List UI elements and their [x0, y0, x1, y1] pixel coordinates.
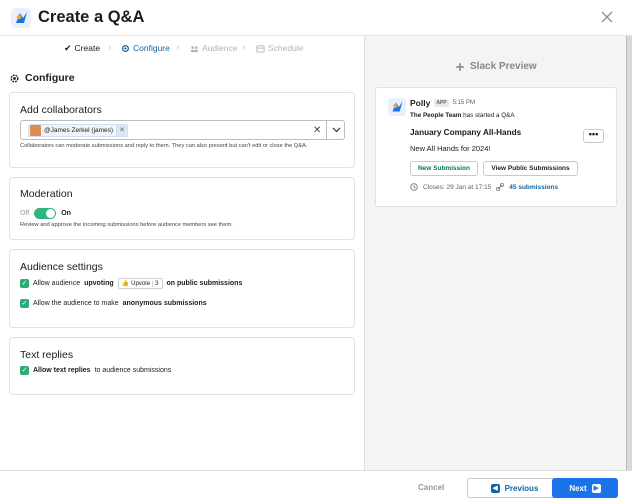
gear-icon [10, 74, 19, 82]
collaborators-help: Collaborators can moderate submissions a… [20, 143, 308, 149]
dropdown-toggle[interactable] [326, 121, 346, 139]
app-badge: APP [434, 99, 449, 107]
step-create[interactable]: ✔ Create [64, 43, 100, 53]
toggle-on-label: On [61, 210, 71, 217]
step-schedule[interactable]: Schedule [256, 43, 303, 53]
previous-button[interactable]: ◀ Previous [467, 478, 562, 498]
collaborator-chip: @James Zerkel (james) ✕ [28, 124, 129, 137]
submissions-link[interactable]: 45 submissions [509, 184, 558, 191]
configure-title: Configure [25, 72, 75, 84]
previous-label: Previous [504, 483, 539, 493]
upvoting-prefix: Allow audience [33, 280, 81, 287]
checkmark-icon: ✔ [64, 42, 72, 53]
calendar-icon [256, 44, 265, 53]
thumbs-up-icon: 👍 [121, 281, 130, 287]
upvote-pill: 👍 Upvote 3 [117, 278, 163, 289]
clear-icon[interactable]: ✕ [313, 125, 321, 136]
new-submission-button[interactable]: New Submission [410, 161, 478, 176]
collaborators-card: Add collaborators @James Zerkel (james) … [9, 92, 355, 168]
collaborators-heading: Add collaborators [20, 104, 102, 116]
view-public-submissions-button[interactable]: View Public Submissions [483, 161, 578, 176]
close-icon[interactable] [600, 10, 614, 24]
text-replies-suffix: to audience submissions [94, 367, 172, 374]
more-options-button[interactable]: ••• [583, 129, 604, 143]
configure-pane: Configure Add collaborators @James Zerke… [0, 60, 364, 470]
polly-logo-icon [11, 8, 31, 28]
step-audience[interactable]: Audience [190, 43, 237, 53]
audience-settings-card: Audience settings ✓ Allow audience upvot… [9, 249, 355, 328]
wizard-steps: ✔ Create › Configure › Audience › Schedu… [0, 36, 364, 60]
cancel-button[interactable]: Cancel [418, 483, 444, 492]
chevron-right-icon: › [108, 42, 112, 53]
slack-preview-title: Slack Preview [470, 61, 537, 72]
upvoting-option: ✓ Allow audience upvoting 👍 Upvote 3 on … [20, 278, 242, 289]
next-label: Next [569, 483, 587, 493]
upvoting-bold: upvoting [84, 280, 114, 287]
modal-header: Create a Q&A [0, 0, 632, 36]
anonymous-bold: anonymous submissions [122, 300, 207, 307]
text-replies-heading: Text replies [20, 349, 74, 361]
team-name: The People Team [410, 112, 462, 119]
chevron-right-icon: › [176, 42, 180, 53]
audience-icon [190, 45, 199, 52]
qa-title: January Company All-Hands [410, 128, 522, 137]
moderation-help: Review and approve the incoming submissi… [20, 222, 233, 228]
closes-text: Closes: 29 Jan at 17:15 [423, 183, 492, 191]
checkbox-checked[interactable]: ✓ [20, 299, 29, 308]
toggle-off-label: Off [20, 210, 30, 217]
slack-preview-pane: Slack Preview Polly APP 5:15 PM The Peop… [364, 36, 627, 470]
anonymous-prefix: Allow the audience to make [33, 300, 119, 307]
message-time: 5:15 PM [452, 100, 475, 106]
subtitle-rest: has started a Q&A [463, 112, 515, 119]
moderation-toggle-row: Off On [20, 208, 71, 219]
anonymous-option: ✓ Allow the audience to make anonymous s… [20, 299, 207, 308]
checkbox-checked[interactable]: ✓ [20, 366, 29, 375]
upvoting-suffix: on public submissions [166, 280, 243, 287]
arrow-left-icon: ◀ [490, 483, 500, 493]
modal-title: Create a Q&A [38, 8, 145, 26]
avatar [30, 125, 41, 136]
message-subtitle: The People Team has started a Q&A [410, 112, 515, 119]
arrow-right-icon: ▶ [591, 483, 601, 493]
slack-icon [456, 62, 464, 71]
moderation-toggle[interactable] [34, 208, 57, 219]
modal-footer: Cancel ◀ Previous Next ▶ [0, 470, 632, 504]
gear-icon [121, 44, 130, 52]
upvote-pill-label: Upvote [131, 280, 151, 287]
moderation-card: Moderation Off On Review and approve the… [9, 177, 355, 240]
message-meta: Closes: 29 Jan at 17:15 45 submissions [410, 183, 558, 191]
qa-description: New All Hands for 2024! [410, 144, 491, 153]
link-icon [496, 183, 505, 191]
step-label: Schedule [268, 43, 304, 53]
step-label: Create [74, 43, 101, 53]
clock-icon [410, 183, 418, 191]
configure-heading: Configure [9, 72, 75, 84]
audience-settings-heading: Audience settings [20, 261, 103, 273]
text-replies-card: Text replies ✓ Allow text replies to aud… [9, 337, 355, 395]
polly-logo-icon [388, 98, 406, 116]
collaborator-name: @James Zerkel (james) [44, 127, 114, 134]
step-label: Configure [133, 43, 170, 53]
scrollbar[interactable] [626, 36, 632, 470]
chevron-down-icon [332, 127, 341, 133]
text-replies-bold: Allow text replies [33, 367, 91, 374]
slack-message-card: Polly APP 5:15 PM The People Team has st… [375, 87, 617, 207]
step-configure[interactable]: Configure [121, 43, 170, 53]
moderation-heading: Moderation [20, 188, 73, 200]
checkbox-checked[interactable]: ✓ [20, 279, 29, 288]
chevron-right-icon: › [242, 42, 246, 53]
step-label: Audience [202, 43, 238, 53]
next-button[interactable]: Next ▶ [552, 478, 618, 498]
slack-preview-label: Slack Preview [455, 61, 537, 72]
app-name: Polly [410, 98, 431, 108]
text-replies-option: ✓ Allow text replies to audience submiss… [20, 366, 171, 375]
upvote-count: 3 [152, 280, 159, 287]
collaborators-select[interactable]: @James Zerkel (james) ✕ ✕ [20, 120, 345, 140]
message-header: Polly APP 5:15 PM [410, 98, 475, 108]
remove-chip-icon[interactable]: ✕ [116, 125, 128, 136]
